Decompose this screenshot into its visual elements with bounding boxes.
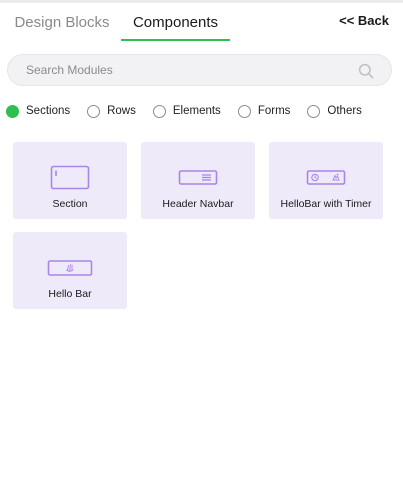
filter-label: Others bbox=[327, 105, 362, 117]
module-label: Header Navbar bbox=[162, 198, 234, 210]
filter-label: Elements bbox=[172, 105, 221, 117]
filter-label: Sections bbox=[26, 105, 71, 117]
active-tab-indicator bbox=[121, 39, 230, 41]
search-icon[interactable] bbox=[358, 63, 374, 79]
filter-others[interactable]: Others bbox=[307, 104, 362, 118]
module-card-header-navbar[interactable]: Header Navbar bbox=[141, 142, 255, 219]
filter-label: Rows bbox=[107, 105, 136, 117]
radio-rows[interactable] bbox=[87, 104, 101, 118]
header-navbar-icon bbox=[178, 170, 218, 185]
search-input[interactable] bbox=[26, 63, 346, 77]
module-label: Hello Bar bbox=[48, 288, 92, 300]
radio-sections[interactable] bbox=[6, 104, 19, 118]
filter-rows[interactable]: Rows bbox=[87, 104, 136, 118]
hello-bar-icon bbox=[47, 260, 93, 276]
module-label: Section bbox=[52, 198, 88, 210]
module-label: HelloBar with Timer bbox=[280, 198, 372, 210]
tab-components[interactable]: Components bbox=[121, 3, 230, 41]
back-button[interactable]: << Back bbox=[339, 13, 389, 28]
radio-elements[interactable] bbox=[152, 104, 166, 118]
module-card-hello-bar[interactable]: Hello Bar bbox=[13, 232, 127, 309]
filter-forms[interactable]: Forms bbox=[237, 104, 291, 118]
filter-sections[interactable]: Sections bbox=[6, 104, 71, 118]
module-card-section[interactable]: Section bbox=[13, 142, 127, 219]
components-panel: Design Blocks Components << Back Section… bbox=[0, 0, 403, 502]
filter-elements[interactable]: Elements bbox=[152, 104, 221, 118]
radio-forms[interactable] bbox=[237, 104, 251, 118]
filter-label: Forms bbox=[257, 105, 291, 117]
module-type-filters: Sections Rows Elements Forms Others bbox=[6, 101, 379, 121]
tab-bar: Design Blocks Components << Back bbox=[0, 3, 403, 41]
search-bar bbox=[7, 54, 392, 86]
radio-others[interactable] bbox=[307, 104, 321, 118]
hellobar-timer-icon bbox=[306, 170, 346, 185]
tab-design-blocks[interactable]: Design Blocks bbox=[8, 3, 116, 41]
section-icon bbox=[50, 165, 90, 190]
module-card-hellobar-timer[interactable]: HelloBar with Timer bbox=[269, 142, 383, 219]
